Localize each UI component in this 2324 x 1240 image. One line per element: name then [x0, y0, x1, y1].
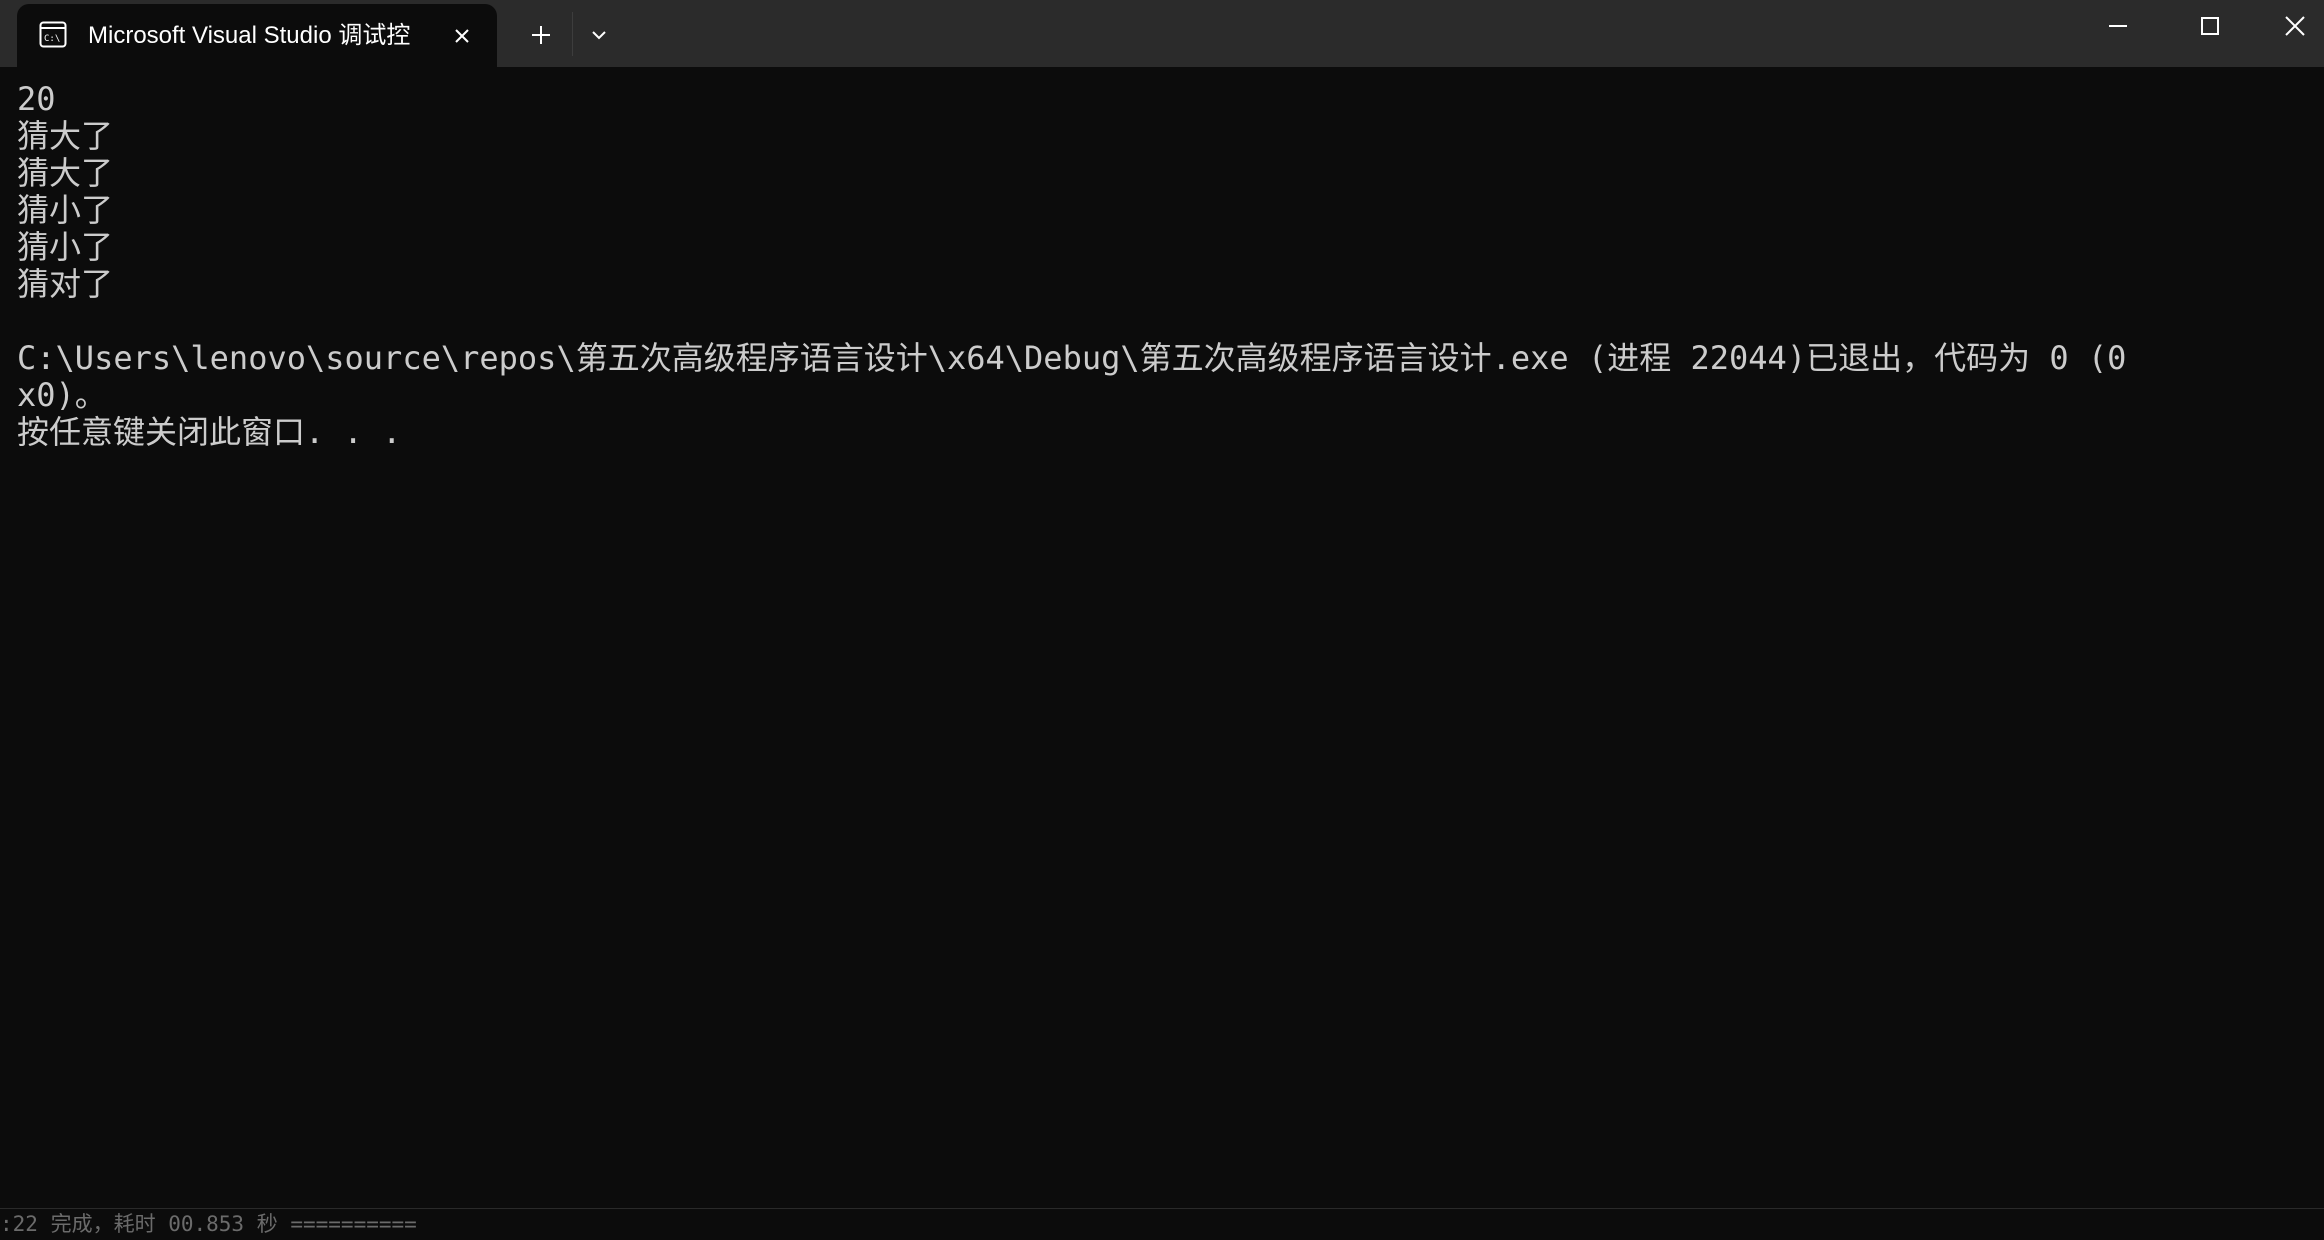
console-line: 猜大了: [17, 117, 114, 155]
console-line: 猜大了: [17, 154, 114, 192]
close-window-icon[interactable]: [2266, 0, 2324, 52]
maximize-icon[interactable]: [2175, 0, 2245, 52]
console-app-icon: C:\: [39, 21, 67, 48]
minimize-icon[interactable]: [2083, 0, 2153, 52]
close-tab-icon[interactable]: [448, 22, 476, 50]
new-tab-button[interactable]: [519, 14, 563, 54]
tab-separator: [572, 12, 573, 56]
console-line: C:\Users\lenovo\source\repos\第五次高级程序语言设计…: [17, 339, 2127, 377]
tab-title: Microsoft Visual Studio 调试控: [88, 22, 411, 49]
console-line: 猜对了: [17, 265, 114, 303]
build-output-footer: :22 完成，耗时 00.853 秒 ==========: [0, 1208, 2324, 1240]
console-line: x0)。: [17, 376, 107, 414]
terminal-window: C:\ Microsoft Visual Studio 调试控 20 猜大了 猜…: [0, 0, 2324, 1240]
console-line: 猜小了: [17, 228, 114, 266]
console-line: 猜小了: [17, 191, 114, 229]
console-line: 按任意键关闭此窗口. . .: [17, 413, 402, 451]
console-output[interactable]: 20 猜大了 猜大了 猜小了 猜小了 猜对了 C:\Users\lenovo\s…: [0, 67, 2324, 1210]
console-line: 20: [17, 80, 56, 118]
build-status-text: :22 完成，耗时 00.853 秒 ==========: [0, 1212, 417, 1236]
svg-text:C:\: C:\: [44, 34, 60, 44]
title-bar: C:\ Microsoft Visual Studio 调试控: [0, 0, 2324, 67]
tab-debug-console[interactable]: C:\ Microsoft Visual Studio 调试控: [17, 4, 497, 67]
chevron-down-icon[interactable]: [581, 14, 617, 54]
